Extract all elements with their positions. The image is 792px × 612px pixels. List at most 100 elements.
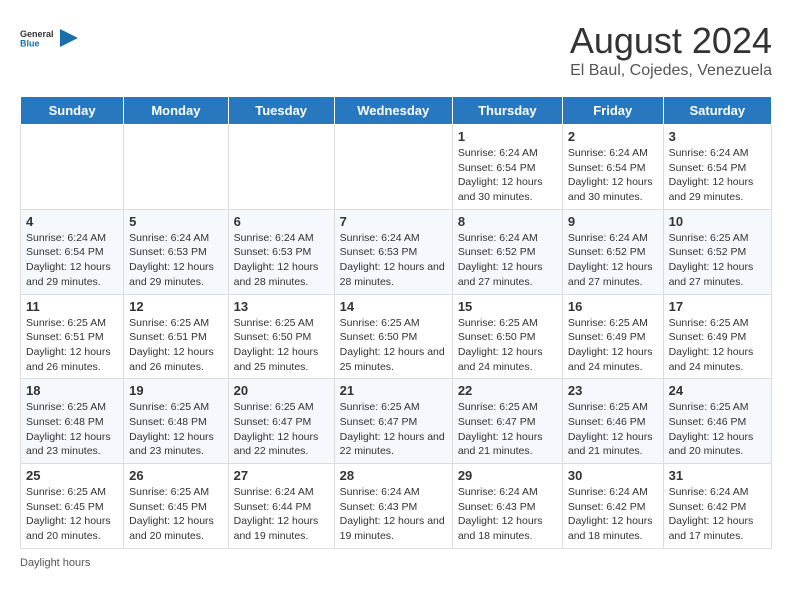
day-number: 11 (26, 299, 118, 314)
calendar-cell: 31 Sunrise: 6:24 AMSunset: 6:42 PMDayligh… (663, 464, 771, 549)
day-info: Sunrise: 6:24 AMSunset: 6:52 PMDaylight:… (458, 231, 557, 290)
calendar-cell: 28 Sunrise: 6:24 AMSunset: 6:43 PMDayligh… (334, 464, 452, 549)
day-info: Sunrise: 6:24 AMSunset: 6:53 PMDaylight:… (234, 231, 329, 290)
day-number: 28 (340, 468, 447, 483)
day-number: 20 (234, 383, 329, 398)
day-number: 27 (234, 468, 329, 483)
calendar-cell: 11 Sunrise: 6:25 AMSunset: 6:51 PMDayligh… (21, 294, 124, 379)
day-info: Sunrise: 6:25 AMSunset: 6:47 PMDaylight:… (340, 400, 447, 459)
day-number: 23 (568, 383, 658, 398)
day-info: Sunrise: 6:24 AMSunset: 6:52 PMDaylight:… (568, 231, 658, 290)
day-info: Sunrise: 6:25 AMSunset: 6:51 PMDaylight:… (26, 316, 118, 375)
day-number: 10 (669, 214, 766, 229)
day-info: Sunrise: 6:25 AMSunset: 6:49 PMDaylight:… (669, 316, 766, 375)
calendar-cell: 5Sunrise: 6:24 AMSunset: 6:53 PMDaylight… (124, 209, 228, 294)
day-number: 5 (129, 214, 222, 229)
day-info: Sunrise: 6:25 AMSunset: 6:50 PMDaylight:… (340, 316, 447, 375)
calendar-cell: 6 Sunrise: 6:24 AMSunset: 6:53 PMDaylight… (228, 209, 334, 294)
weekday-header: Thursday (452, 97, 562, 125)
day-info: Sunrise: 6:25 AMSunset: 6:46 PMDaylight:… (669, 400, 766, 459)
day-info: Sunrise: 6:24 AMSunset: 6:42 PMDaylight:… (568, 485, 658, 544)
day-number: 4 (26, 214, 118, 229)
day-number: 12 (129, 299, 222, 314)
calendar-cell: 23 Sunrise: 6:25 AMSunset: 6:46 PMDayligh… (562, 379, 663, 464)
calendar-cell: 15Sunrise: 6:25 AMSunset: 6:50 PMDayligh… (452, 294, 562, 379)
day-number: 9 (568, 214, 658, 229)
calendar-cell (228, 125, 334, 210)
day-number: 18 (26, 383, 118, 398)
calendar-week-row: 18Sunrise: 6:25 AMSunset: 6:48 PMDayligh… (21, 379, 772, 464)
day-number: 7 (340, 214, 447, 229)
calendar-cell: 20 Sunrise: 6:25 AMSunset: 6:47 PMDayligh… (228, 379, 334, 464)
calendar-cell: 22 Sunrise: 6:25 AMSunset: 6:47 PMDayligh… (452, 379, 562, 464)
weekday-header: Sunday (21, 97, 124, 125)
calendar-cell: 14Sunrise: 6:25 AMSunset: 6:50 PMDayligh… (334, 294, 452, 379)
day-info: Sunrise: 6:25 AMSunset: 6:45 PMDaylight:… (26, 485, 118, 544)
day-number: 17 (669, 299, 766, 314)
day-number: 3 (669, 129, 766, 144)
day-info: Sunrise: 6:24 AMSunset: 6:43 PMDaylight:… (458, 485, 557, 544)
calendar-cell (124, 125, 228, 210)
calendar-cell: 16 Sunrise: 6:25 AMSunset: 6:49 PMDayligh… (562, 294, 663, 379)
calendar-cell: 3 Sunrise: 6:24 AMSunset: 6:54 PMDaylight… (663, 125, 771, 210)
main-title: August 2024 (570, 20, 772, 62)
calendar-week-row: 1Sunrise: 6:24 AMSunset: 6:54 PMDaylight… (21, 125, 772, 210)
day-info: Sunrise: 6:24 AMSunset: 6:53 PMDaylight:… (340, 231, 447, 290)
logo-svg: General Blue (20, 20, 56, 56)
day-number: 25 (26, 468, 118, 483)
calendar-cell: 27 Sunrise: 6:24 AMSunset: 6:44 PMDayligh… (228, 464, 334, 549)
calendar-cell: 25 Sunrise: 6:25 AMSunset: 6:45 PMDayligh… (21, 464, 124, 549)
day-number: 2 (568, 129, 658, 144)
calendar-week-row: 4 Sunrise: 6:24 AMSunset: 6:54 PMDaylight… (21, 209, 772, 294)
calendar-cell: 12Sunrise: 6:25 AMSunset: 6:51 PMDayligh… (124, 294, 228, 379)
day-info: Sunrise: 6:25 AMSunset: 6:52 PMDaylight:… (669, 231, 766, 290)
calendar-cell: 30 Sunrise: 6:24 AMSunset: 6:42 PMDayligh… (562, 464, 663, 549)
day-number: 19 (129, 383, 222, 398)
day-number: 21 (340, 383, 447, 398)
day-number: 29 (458, 468, 557, 483)
svg-text:Blue: Blue (20, 38, 40, 48)
calendar-cell: 9 Sunrise: 6:24 AMSunset: 6:52 PMDaylight… (562, 209, 663, 294)
calendar-cell: 17 Sunrise: 6:25 AMSunset: 6:49 PMDayligh… (663, 294, 771, 379)
day-info: Sunrise: 6:24 AMSunset: 6:54 PMDaylight:… (458, 146, 557, 205)
calendar-cell: 7 Sunrise: 6:24 AMSunset: 6:53 PMDaylight… (334, 209, 452, 294)
calendar-cell: 8 Sunrise: 6:24 AMSunset: 6:52 PMDaylight… (452, 209, 562, 294)
day-info: Sunrise: 6:25 AMSunset: 6:45 PMDaylight:… (129, 485, 222, 544)
calendar-cell: 21 Sunrise: 6:25 AMSunset: 6:47 PMDayligh… (334, 379, 452, 464)
calendar-cell: 10 Sunrise: 6:25 AMSunset: 6:52 PMDayligh… (663, 209, 771, 294)
logo: General Blue (20, 20, 78, 56)
day-info: Sunrise: 6:25 AMSunset: 6:49 PMDaylight:… (568, 316, 658, 375)
day-info: Sunrise: 6:24 AMSunset: 6:42 PMDaylight:… (669, 485, 766, 544)
day-info: Sunrise: 6:25 AMSunset: 6:46 PMDaylight:… (568, 400, 658, 459)
day-number: 30 (568, 468, 658, 483)
day-number: 22 (458, 383, 557, 398)
sub-title: El Baul, Cojedes, Venezuela (570, 62, 772, 80)
day-info: Sunrise: 6:24 AMSunset: 6:43 PMDaylight:… (340, 485, 447, 544)
day-number: 26 (129, 468, 222, 483)
day-number: 8 (458, 214, 557, 229)
svg-text:General: General (20, 29, 54, 39)
day-number: 6 (234, 214, 329, 229)
calendar-cell: 13Sunrise: 6:25 AMSunset: 6:50 PMDayligh… (228, 294, 334, 379)
calendar-cell: 24Sunrise: 6:25 AMSunset: 6:46 PMDayligh… (663, 379, 771, 464)
day-info: Sunrise: 6:25 AMSunset: 6:47 PMDaylight:… (458, 400, 557, 459)
calendar-cell: 18Sunrise: 6:25 AMSunset: 6:48 PMDayligh… (21, 379, 124, 464)
calendar-table: SundayMondayTuesdayWednesdayThursdayFrid… (20, 96, 772, 549)
day-info: Sunrise: 6:24 AMSunset: 6:54 PMDaylight:… (669, 146, 766, 205)
calendar-cell: 4 Sunrise: 6:24 AMSunset: 6:54 PMDaylight… (21, 209, 124, 294)
title-area: August 2024 El Baul, Cojedes, Venezuela (570, 20, 772, 80)
calendar-cell: 26 Sunrise: 6:25 AMSunset: 6:45 PMDayligh… (124, 464, 228, 549)
day-number: 16 (568, 299, 658, 314)
weekday-header: Monday (124, 97, 228, 125)
footer-note-text: Daylight hours (20, 557, 90, 569)
weekday-header-row: SundayMondayTuesdayWednesdayThursdayFrid… (21, 97, 772, 125)
calendar-cell (334, 125, 452, 210)
day-info: Sunrise: 6:24 AMSunset: 6:44 PMDaylight:… (234, 485, 329, 544)
day-number: 31 (669, 468, 766, 483)
day-info: Sunrise: 6:25 AMSunset: 6:47 PMDaylight:… (234, 400, 329, 459)
day-info: Sunrise: 6:24 AMSunset: 6:54 PMDaylight:… (26, 231, 118, 290)
day-info: Sunrise: 6:25 AMSunset: 6:50 PMDaylight:… (234, 316, 329, 375)
weekday-header: Saturday (663, 97, 771, 125)
day-number: 15 (458, 299, 557, 314)
calendar-week-row: 11 Sunrise: 6:25 AMSunset: 6:51 PMDayligh… (21, 294, 772, 379)
